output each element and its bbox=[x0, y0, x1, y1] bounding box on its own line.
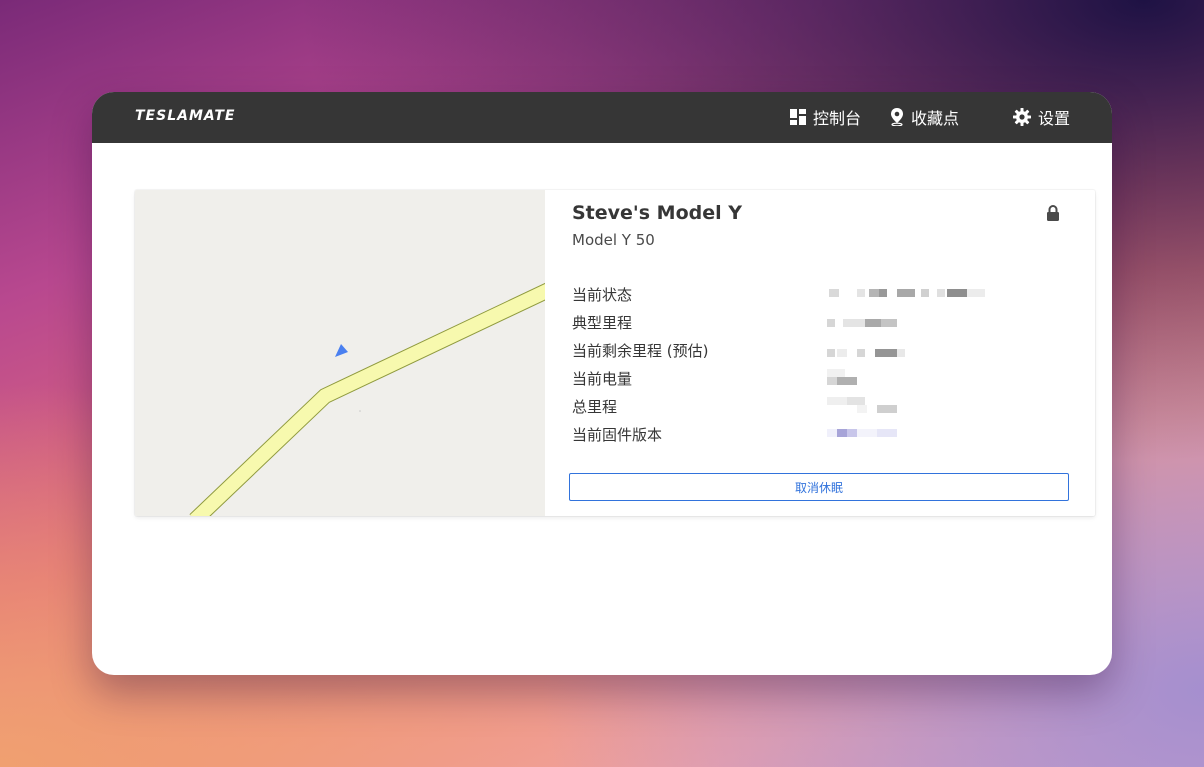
nav-item-settings-label: 设置 bbox=[1038, 109, 1071, 128]
wake-up-button[interactable]: 取消休眠 bbox=[569, 473, 1069, 501]
detail-label: 当前剩余里程 (预估) bbox=[572, 342, 709, 360]
detail-row-odometer: 总里程 bbox=[572, 397, 1072, 425]
detail-row-firmware: 当前固件版本 bbox=[572, 425, 1072, 453]
detail-row-typical-range: 典型里程 bbox=[572, 313, 1072, 341]
detail-row-battery: 当前电量 bbox=[572, 369, 1072, 397]
nav-item-dashboard-label: 控制台 bbox=[813, 109, 862, 128]
detail-label: 当前电量 bbox=[572, 370, 633, 388]
car-name: Steve's Model Y bbox=[572, 202, 742, 224]
detail-label: 当前固件版本 bbox=[572, 426, 663, 444]
car-details-list: 当前状态 典型里程 当前剩余里程 (预估) 当前电量 总里程 当前固件版本 bbox=[572, 285, 1072, 453]
car-position-marker bbox=[335, 344, 348, 357]
nav-item-dashboard[interactable]: 控制台 bbox=[790, 106, 861, 128]
car-location-map[interactable] bbox=[135, 190, 559, 516]
nav-item-settings[interactable]: 设置 bbox=[1013, 106, 1070, 128]
lock-icon bbox=[1046, 205, 1060, 225]
app-window: TESLAMATE 控制台 收藏点 设置 Steve's Model Y Mod… bbox=[92, 92, 1112, 675]
car-model: Model Y 50 bbox=[572, 231, 655, 249]
nav-item-geofences-label: 收藏点 bbox=[911, 109, 960, 128]
detail-label: 当前状态 bbox=[572, 286, 633, 304]
detail-label: 典型里程 bbox=[572, 314, 633, 332]
map-pin-icon bbox=[891, 108, 903, 126]
brand-logo[interactable]: TESLAMATE bbox=[135, 108, 236, 124]
dashboard-icon bbox=[790, 109, 806, 125]
car-card: Steve's Model Y Model Y 50 当前状态 典型里程 当前剩… bbox=[135, 190, 1095, 516]
detail-row-status: 当前状态 bbox=[572, 285, 1072, 313]
detail-label: 总里程 bbox=[572, 398, 618, 416]
car-info-panel: Steve's Model Y Model Y 50 当前状态 典型里程 当前剩… bbox=[545, 190, 1095, 516]
navbar: TESLAMATE 控制台 收藏点 设置 bbox=[92, 92, 1112, 143]
detail-row-est-range: 当前剩余里程 (预估) bbox=[572, 341, 1072, 369]
nav-item-geofences[interactable]: 收藏点 bbox=[890, 106, 959, 128]
gear-icon bbox=[1013, 108, 1031, 126]
map-canvas bbox=[189, 279, 559, 516]
